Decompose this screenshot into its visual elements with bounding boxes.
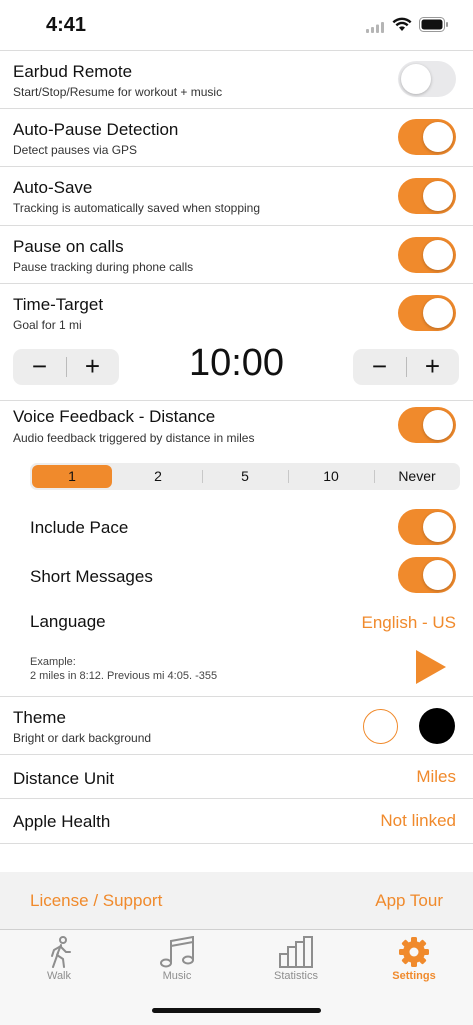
setting-pause-on-calls: Pause on calls Pause tracking during pho… (0, 225, 473, 284)
include-pace-label: Include Pace (30, 518, 129, 537)
language-label: Language (30, 612, 106, 631)
earbud-remote-toggle[interactable] (398, 61, 456, 97)
tab-label: Walk (46, 970, 72, 982)
setting-title: Auto-Save (13, 178, 93, 197)
music-icon (160, 936, 194, 968)
segment-option[interactable]: Never (374, 463, 460, 490)
pause-on-calls-toggle[interactable] (398, 237, 456, 273)
footer-links: License / Support App Tour (0, 872, 473, 930)
setting-subtitle: Tracking is automatically saved when sto… (13, 201, 261, 215)
setting-title: Theme (13, 708, 66, 727)
setting-title: Apple Health (13, 812, 111, 831)
time-target-stepper-right: − + (353, 349, 459, 385)
gear-icon (399, 937, 429, 967)
setting-title: Auto-Pause Detection (13, 120, 179, 139)
tab-walk[interactable]: Walk (0, 930, 118, 990)
decrement-button[interactable]: − (353, 349, 406, 385)
short-messages-toggle[interactable] (398, 557, 456, 593)
tab-statistics[interactable]: Statistics (237, 930, 355, 990)
short-messages-label: Short Messages (30, 567, 153, 586)
status-bar: 4:41 (0, 0, 473, 50)
setting-auto-save: Auto-Save Tracking is automatically save… (0, 166, 473, 225)
example-label: Example: (30, 656, 76, 668)
setting-subtitle: Pause tracking during phone calls (13, 260, 194, 274)
home-indicator (152, 1008, 321, 1013)
auto-pause-toggle[interactable] (398, 119, 456, 155)
setting-theme: Theme Bright or dark background (0, 696, 473, 755)
theme-bright-option[interactable] (363, 709, 398, 744)
segment-option[interactable]: 2 (116, 463, 200, 490)
setting-subtitle: Detect pauses via GPS (13, 143, 138, 157)
tab-label: Settings (392, 970, 436, 982)
auto-save-toggle[interactable] (398, 178, 456, 214)
statistics-icon (279, 936, 313, 968)
setting-subtitle: Start/Stop/Resume for workout + music (13, 85, 223, 99)
walk-icon (51, 936, 71, 968)
example-text: 2 miles in 8:12. Previous mi 4:05. -355 (30, 670, 218, 682)
setting-subtitle: Bright or dark background (13, 731, 152, 745)
cellular-signal-icon (366, 22, 384, 33)
setting-title: Pause on calls (13, 237, 124, 256)
tab-music[interactable]: Music (118, 930, 236, 990)
distance-interval-segmented-control: 1 2 5 10 Never (30, 463, 460, 490)
tab-settings[interactable]: Settings (355, 930, 473, 990)
license-support-link[interactable]: License / Support (30, 891, 162, 911)
segment-option[interactable]: 10 (288, 463, 374, 490)
distance-unit-value: Miles (416, 767, 456, 786)
setting-title: Time-Target (13, 295, 104, 314)
play-icon[interactable] (414, 648, 448, 686)
setting-title: Distance Unit (13, 769, 115, 788)
wifi-icon (392, 17, 412, 31)
battery-icon (419, 17, 448, 32)
setting-title: Earbud Remote (13, 62, 133, 81)
setting-voice-feedback: Voice Feedback - Distance Audio feedback… (0, 400, 473, 697)
time-target-toggle[interactable] (398, 295, 456, 331)
setting-subtitle: Audio feedback triggered by distance in … (13, 431, 255, 445)
setting-apple-health[interactable]: Apple Health Not linked (0, 798, 473, 844)
voice-example: Example: 2 miles in 8:12. Previous mi 4:… (30, 655, 217, 683)
status-time: 4:41 (46, 14, 87, 36)
segment-option[interactable]: 5 (202, 463, 288, 490)
setting-title: Voice Feedback - Distance (13, 407, 216, 426)
include-pace-toggle[interactable] (398, 509, 456, 545)
setting-distance-unit[interactable]: Distance Unit Miles (0, 754, 473, 799)
tab-label: Music (162, 970, 192, 982)
language-value[interactable]: English - US (362, 613, 456, 633)
segment-option[interactable]: 1 (32, 465, 112, 488)
app-tour-link[interactable]: App Tour (375, 891, 443, 911)
apple-health-value: Not linked (380, 811, 456, 830)
theme-dark-option[interactable] (419, 708, 455, 744)
setting-auto-pause: Auto-Pause Detection Detect pauses via G… (0, 108, 473, 167)
setting-subtitle: Goal for 1 mi (13, 318, 82, 332)
increment-button[interactable]: + (406, 349, 459, 385)
voice-feedback-toggle[interactable] (398, 407, 456, 443)
setting-earbud-remote: Earbud Remote Start/Stop/Resume for work… (0, 50, 473, 109)
tab-label: Statistics (273, 970, 318, 982)
